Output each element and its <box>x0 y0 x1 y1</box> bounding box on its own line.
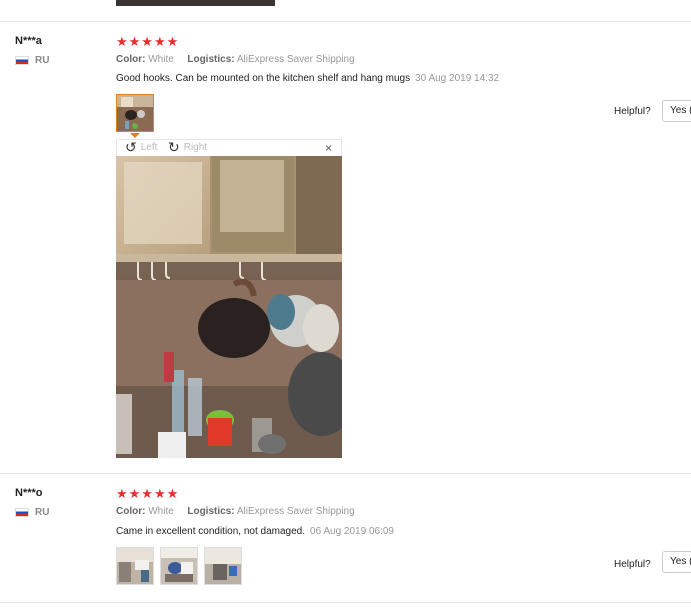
review-divider <box>0 21 691 22</box>
rotate-left-button[interactable]: ↺ Left <box>125 140 157 154</box>
logistics-label: Logistics: <box>187 54 235 65</box>
review-photo-thumbnail[interactable] <box>116 547 154 585</box>
review-photo-thumbnail[interactable] <box>116 94 154 132</box>
review-body: Came in excellent condition, not damaged… <box>116 526 306 537</box>
reviewer-country: RU <box>15 507 49 518</box>
review-divider <box>0 602 691 603</box>
review-date: 06 Aug 2019 06:09 <box>310 526 394 537</box>
color-label: Color: <box>116 54 146 65</box>
color-value: White <box>148 54 174 65</box>
star-rating: ★★★★★ <box>116 34 180 49</box>
helpful-yes-button[interactable]: Yes ( <box>662 100 691 122</box>
reviewer-name: N***o <box>15 487 43 499</box>
color-value: White <box>148 506 174 517</box>
country-code: RU <box>35 507 50 518</box>
logistics-value: AliExpress Saver Shipping <box>236 506 355 517</box>
rotate-left-icon: ↺ <box>125 139 137 155</box>
rotate-left-label: Left <box>140 141 158 153</box>
reviewer-name: N***a <box>15 35 42 47</box>
review-divider <box>0 473 691 474</box>
reviewer-country: RU <box>15 55 49 66</box>
hooks-photo-thumb-image <box>205 548 241 584</box>
rotate-right-icon: ↻ <box>168 139 180 155</box>
review-text: Came in excellent condition, not damaged… <box>116 526 394 537</box>
kitchen-mugs-thumb-image <box>117 95 153 131</box>
logistics-label: Logistics: <box>187 506 235 517</box>
shelf-photo-thumb-image <box>117 548 153 584</box>
close-icon[interactable]: × <box>325 141 332 155</box>
photo-viewer-toolbar: ↺ Left ↻ Right × <box>116 139 342 156</box>
review-photo-thumbnail[interactable] <box>204 547 242 585</box>
color-label: Color: <box>116 506 146 517</box>
rotate-right-button[interactable]: ↻ Right <box>168 140 207 154</box>
review-body: Good hooks. Can be mounted on the kitche… <box>116 73 411 84</box>
helpful-label: Helpful? <box>614 559 651 570</box>
thumbnail-pointer <box>130 133 140 138</box>
mugs-photo-thumb-image <box>161 548 197 584</box>
review-date: 30 Aug 2019 14:32 <box>415 73 500 84</box>
russia-flag-icon <box>15 508 29 517</box>
rotate-right-label: Right <box>183 141 208 153</box>
logistics-value: AliExpress Saver Shipping <box>236 54 355 65</box>
helpful-label: Helpful? <box>614 106 651 117</box>
helpful-yes-button[interactable]: Yes ( <box>662 551 691 573</box>
russia-flag-icon <box>15 56 29 65</box>
review-photo-enlarged <box>116 156 342 458</box>
review-meta: Color: White Logistics: AliExpress Saver… <box>116 54 355 65</box>
previous-review-photo[interactable] <box>116 0 275 6</box>
review-meta: Color: White Logistics: AliExpress Saver… <box>116 506 355 517</box>
kitchen-shelf-mugs-image <box>116 156 342 458</box>
review-photo-thumbnail[interactable] <box>160 547 198 585</box>
star-rating: ★★★★★ <box>116 486 180 501</box>
country-code: RU <box>35 55 50 66</box>
review-text: Good hooks. Can be mounted on the kitche… <box>116 73 499 84</box>
